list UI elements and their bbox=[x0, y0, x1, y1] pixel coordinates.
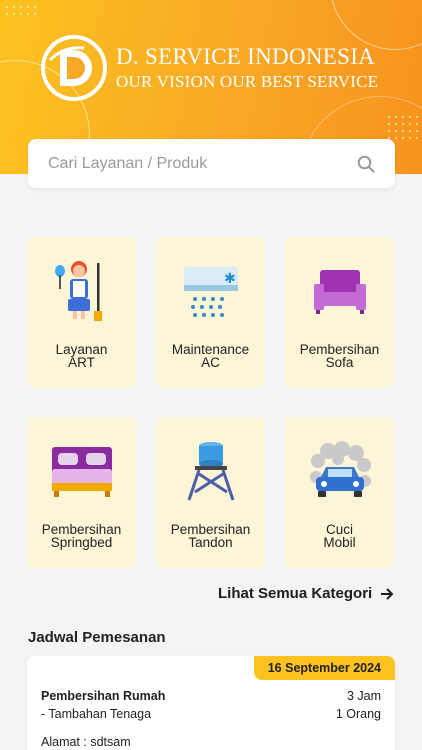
search-bar[interactable] bbox=[28, 139, 395, 188]
see-all-label: Lihat Semua Kategori bbox=[218, 585, 373, 602]
order-people: 1 Orang bbox=[335, 707, 381, 721]
category-label: Pembersihan Springbed bbox=[41, 522, 122, 550]
car-wash-icon bbox=[309, 441, 371, 497]
order-service-name: Pembersihan Rumah bbox=[41, 689, 166, 703]
category-pembersihan-tandon[interactable]: Pembersihan Tandon bbox=[156, 417, 265, 568]
search-icon[interactable] bbox=[357, 155, 375, 173]
category-pembersihan-springbed[interactable]: Pembersihan Springbed bbox=[27, 417, 136, 568]
category-label: Pembersihan Sofa bbox=[299, 342, 380, 370]
water-tower-icon bbox=[187, 442, 234, 501]
order-date-badge: 16 September 2024 bbox=[253, 656, 395, 680]
air-conditioner-icon: ✱ bbox=[183, 267, 238, 317]
housekeeper-icon bbox=[54, 261, 102, 321]
category-label: Pembersihan Tandon bbox=[170, 522, 251, 550]
order-extra: - Tambahan Tenaga bbox=[41, 707, 152, 721]
category-layanan-art[interactable]: Layanan ART bbox=[27, 237, 136, 388]
sofa-icon bbox=[313, 270, 366, 314]
order-duration: 3 Jam bbox=[346, 689, 381, 703]
category-maintenance-ac[interactable]: ✱ Maintenance AC bbox=[156, 237, 265, 388]
order-card[interactable]: 16 September 2024 Pembersihan Rumah 3 Ja… bbox=[27, 656, 395, 750]
app-subtitle: OUR VISION OUR BEST SERVICE bbox=[116, 72, 379, 91]
arrow-right-icon bbox=[381, 587, 394, 600]
category-label: Maintenance AC bbox=[171, 342, 250, 370]
category-cuci-mobil[interactable]: Cuci Mobil bbox=[285, 417, 394, 568]
see-all-categories-link[interactable]: Lihat Semua Kategori bbox=[218, 585, 394, 602]
category-label: Layanan ART bbox=[55, 342, 108, 370]
decor-dots bbox=[6, 6, 36, 15]
bed-icon bbox=[51, 447, 112, 497]
category-pembersihan-sofa[interactable]: Pembersihan Sofa bbox=[285, 237, 394, 388]
svg-text:✱: ✱ bbox=[224, 271, 236, 287]
d-service-logo-icon bbox=[41, 35, 107, 101]
category-label: Cuci Mobil bbox=[323, 522, 356, 550]
order-address: Alamat : sdtsam bbox=[41, 735, 131, 749]
decor-dots bbox=[388, 116, 418, 139]
brand: D. SERVICE INDONESIA OUR VISION OUR BEST… bbox=[40, 34, 378, 102]
category-grid: Layanan ART ✱ Maintenance AC Pembersihan… bbox=[27, 237, 395, 568]
search-input[interactable] bbox=[48, 154, 357, 173]
app-title: D. SERVICE INDONESIA bbox=[116, 44, 376, 69]
schedule-title: Jadwal Pemesanan bbox=[28, 629, 166, 646]
